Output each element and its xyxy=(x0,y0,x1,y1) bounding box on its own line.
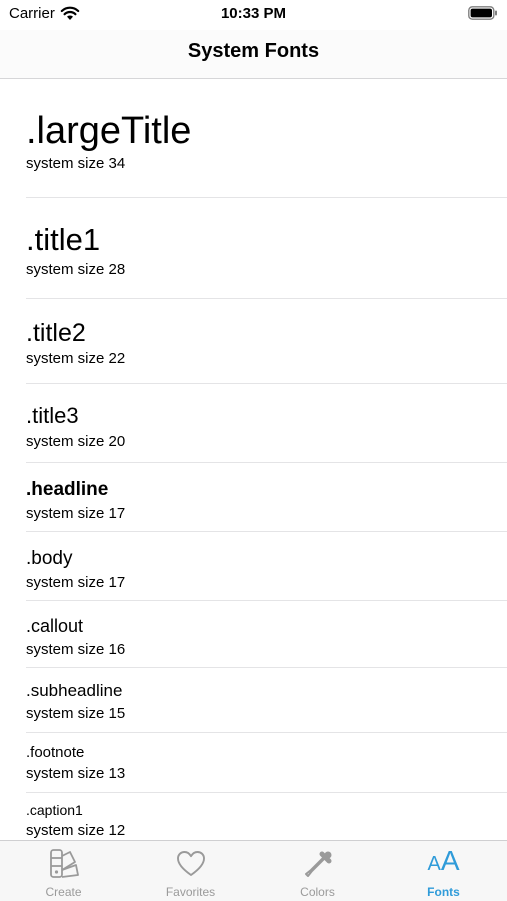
tab-favorites[interactable]: Favorites xyxy=(127,841,254,901)
list-item-title1[interactable]: .title1 system size 28 xyxy=(26,197,507,299)
font-name: .title1 xyxy=(26,222,101,257)
tab-label: Favorites xyxy=(165,885,216,899)
tab-fonts[interactable]: AA Fonts xyxy=(380,841,507,901)
list-item-title2[interactable]: .title2 system size 22 xyxy=(26,298,507,384)
font-name: .body xyxy=(26,548,73,569)
font-name: .caption1 xyxy=(26,802,83,818)
list-item-subheadline[interactable]: .subheadline system size 15 xyxy=(26,667,507,733)
font-name: .footnote xyxy=(26,744,85,761)
heart-icon xyxy=(177,851,205,876)
tab-label: Create xyxy=(45,885,82,899)
font-description: system size 12 xyxy=(26,822,126,839)
list-item-caption1[interactable]: .caption1 system size 12 xyxy=(26,792,507,840)
page-title: System Fonts xyxy=(187,40,320,62)
font-description: system size 15 xyxy=(26,705,126,722)
list-item-largetitle[interactable]: .largeTitle system size 34 xyxy=(26,79,507,198)
tab-colors[interactable]: Colors xyxy=(254,841,381,901)
list-item-callout[interactable]: .callout system size 16 xyxy=(26,600,507,668)
font-name: .subheadline xyxy=(26,681,123,700)
font-name: .callout xyxy=(26,616,84,636)
tab-create[interactable]: Create xyxy=(0,841,127,901)
list-item-footnote[interactable]: .footnote system size 13 xyxy=(26,732,507,793)
font-description: system size 17 xyxy=(26,505,126,522)
font-description: system size 28 xyxy=(26,261,126,278)
clock: 10:33 PM xyxy=(220,5,287,22)
font-description: system size 17 xyxy=(26,574,126,591)
font-description: system size 22 xyxy=(26,350,126,367)
font-description: system size 34 xyxy=(26,155,126,172)
font-description: system size 13 xyxy=(26,765,126,782)
tab-label: Fonts xyxy=(427,885,460,899)
font-name: .title3 xyxy=(26,403,79,428)
text-size-icon: AA xyxy=(427,845,460,876)
battery-icon xyxy=(468,6,497,20)
font-name: .headline xyxy=(26,479,109,500)
navigation-bar: System Fonts xyxy=(0,30,507,79)
font-list[interactable]: .largeTitle system size 34 .title1 syste… xyxy=(0,79,507,840)
font-description: system size 16 xyxy=(26,641,126,658)
list-item-title3[interactable]: .title3 system size 20 xyxy=(26,383,507,463)
status-bar: Carrier 10:33 PM xyxy=(0,0,507,30)
list-item-body[interactable]: .body system size 17 xyxy=(26,531,507,601)
tab-label: Colors xyxy=(300,885,335,899)
font-description: system size 20 xyxy=(26,433,126,450)
font-name: .largeTitle xyxy=(26,110,192,152)
list-item-headline[interactable]: .headline system size 17 xyxy=(26,462,507,532)
font-name: .title2 xyxy=(26,319,86,347)
swatchbook-icon xyxy=(50,849,79,878)
tab-bar: Create Favorites Colors AA Fonts xyxy=(0,840,507,901)
eyedropper-icon xyxy=(305,851,332,877)
